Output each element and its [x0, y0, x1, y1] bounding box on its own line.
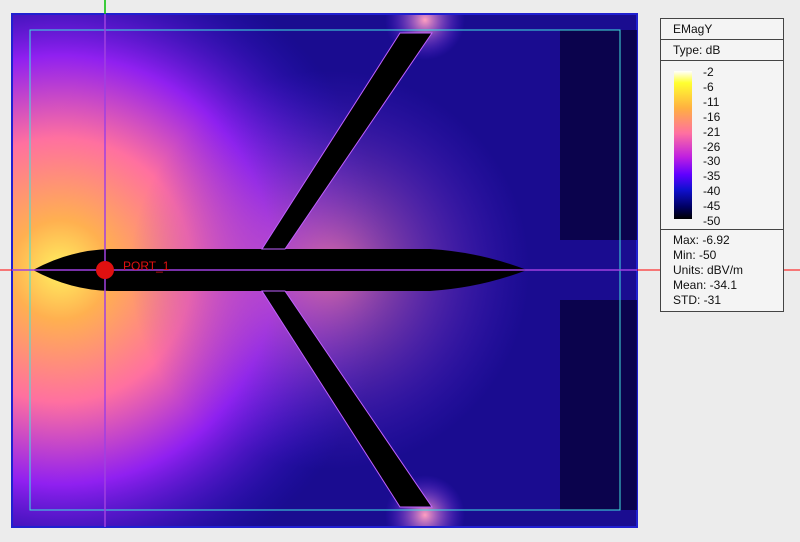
- legend-type: Type: dB: [661, 40, 783, 61]
- legend-stat: Units: dBV/m: [673, 263, 744, 277]
- legend-stat: Min: -50: [673, 248, 717, 262]
- legend-tick: -26: [703, 139, 721, 154]
- legend-stat: Mean: -34.1: [673, 278, 738, 292]
- legend-tick: -2: [703, 65, 714, 79]
- legend-tick: -16: [703, 109, 721, 124]
- legend-title: EMagY: [661, 19, 783, 40]
- legend-tick: -45: [703, 199, 721, 214]
- port-label: PORT_1: [123, 259, 170, 273]
- port-marker[interactable]: [96, 261, 114, 279]
- legend-tick: -35: [703, 169, 721, 184]
- color-legend: EMagY Type: dB -2 -6 -11 -16 -21 -26 -30 -35 -40…: [660, 18, 784, 312]
- legend-stat: STD: -31: [673, 293, 722, 307]
- legend-tick: -50: [703, 214, 721, 229]
- legend-tick: -11: [703, 94, 720, 109]
- color-bar: [674, 71, 692, 219]
- legend-tick: -21: [703, 124, 721, 139]
- legend-tick: -6: [703, 79, 714, 94]
- color-scale: -2 -6 -11 -16 -21 -26 -30 -35 -40 -45 -50: [661, 61, 783, 230]
- legend-stat: Max: -6.92: [673, 233, 730, 247]
- legend-tick: -40: [703, 184, 721, 199]
- legend-tick: -30: [703, 154, 721, 169]
